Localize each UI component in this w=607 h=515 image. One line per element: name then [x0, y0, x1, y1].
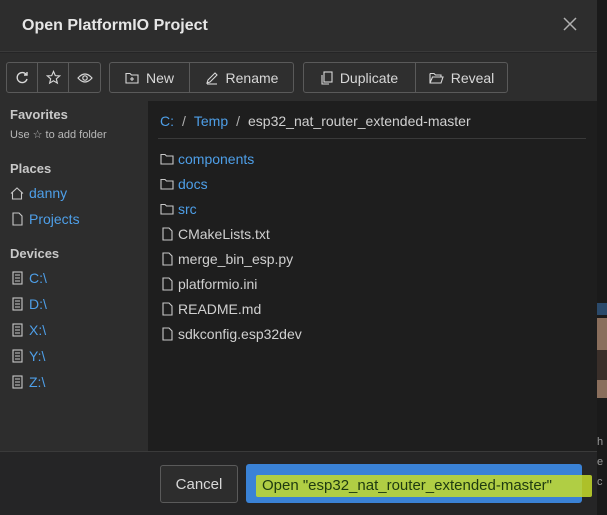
sidebar-item-drive-d[interactable]: D:\	[10, 294, 47, 314]
list-item-file[interactable]: sdkconfig.esp32dev	[160, 324, 302, 344]
list-item-file[interactable]: README.md	[160, 299, 261, 319]
folder-open-icon	[429, 72, 444, 84]
reveal-label: Reveal	[450, 69, 495, 86]
sidebar-item-label: D:\	[29, 296, 47, 312]
favorites-hint: Use ☆ to add folder	[10, 129, 107, 141]
sidebar-item-projects[interactable]: Projects	[10, 209, 80, 229]
dialog-footer: Cancel Open "esp32_nat_router_extended-m…	[0, 451, 597, 515]
file-icon	[160, 226, 174, 242]
folder-icon	[160, 176, 174, 192]
refresh-button[interactable]	[7, 63, 38, 92]
cancel-button[interactable]: Cancel	[160, 465, 238, 503]
background-text: c	[597, 476, 603, 488]
breadcrumb-item-current: esp32_nat_router_extended-master	[248, 113, 471, 129]
new-folder-label: New	[145, 69, 174, 86]
file-icon	[160, 276, 174, 292]
refresh-icon	[16, 71, 28, 83]
rename-button[interactable]: Rename	[190, 63, 293, 92]
sidebar-item-label: Y:\	[29, 348, 46, 364]
background-bar	[597, 303, 607, 315]
folder-icon	[160, 201, 174, 217]
new-folder-button[interactable]: New	[110, 63, 190, 92]
sidebar-item-label: danny	[29, 185, 68, 201]
duplicate-button[interactable]: Duplicate	[304, 63, 416, 92]
sidebar-item-label: Z:\	[29, 374, 46, 390]
background-text: e	[597, 456, 604, 468]
breadcrumb-separator: /	[236, 113, 241, 129]
open-button-label: Open "esp32_nat_router_extended-master"	[262, 477, 553, 494]
background-window: h e c	[597, 0, 607, 515]
view-buttons-group	[6, 62, 101, 93]
eye-icon	[76, 72, 93, 83]
file-actions-group: Duplicate Reveal	[303, 62, 508, 93]
background-text: h	[597, 436, 604, 448]
breadcrumb-item-temp[interactable]: Temp	[194, 113, 228, 129]
list-item-folder[interactable]: src	[160, 199, 197, 219]
rename-label: Rename	[225, 69, 279, 86]
home-icon	[10, 186, 24, 200]
edit-buttons-group: New Rename	[109, 62, 294, 93]
reveal-button[interactable]: Reveal	[416, 63, 507, 92]
list-item-label: CMakeLists.txt	[178, 226, 270, 242]
sidebar-item-drive-c[interactable]: C:\	[10, 268, 47, 288]
breadcrumb: C: / Temp / esp32_nat_router_extended-ma…	[160, 113, 471, 129]
list-item-folder[interactable]: docs	[160, 174, 208, 194]
dialog-title: Open PlatformIO Project	[22, 17, 208, 34]
favorites-title: Favorites	[10, 107, 68, 122]
drive-icon	[10, 349, 24, 363]
list-item-file[interactable]: merge_bin_esp.py	[160, 249, 293, 269]
file-icon	[160, 301, 174, 317]
open-button[interactable]: Open "esp32_nat_router_extended-master"	[246, 464, 592, 503]
new-folder-icon	[125, 72, 139, 84]
breadcrumb-item-drive[interactable]: C:	[160, 113, 174, 129]
file-icon	[160, 251, 174, 267]
sidebar-item-label: Projects	[29, 211, 80, 227]
drive-icon	[10, 375, 24, 389]
file-icon	[160, 326, 174, 342]
sidebar-item-label: X:\	[29, 322, 47, 338]
favorite-button[interactable]	[38, 63, 69, 92]
pencil-icon	[205, 71, 218, 85]
folder-icon	[160, 151, 174, 167]
places-title: Places	[10, 161, 52, 176]
sidebar-item-drive-y[interactable]: Y:\	[10, 346, 45, 366]
sidebar-item-drive-x[interactable]: X:\	[10, 320, 46, 340]
drive-icon	[10, 297, 24, 311]
drive-icon	[10, 271, 24, 285]
breadcrumb-separator: /	[182, 113, 186, 129]
list-item-label: README.md	[178, 301, 262, 317]
devices-title: Devices	[10, 246, 60, 261]
sidebar-item-home[interactable]: danny	[10, 183, 67, 203]
list-item-folder[interactable]: components	[160, 149, 254, 169]
list-item-label: merge_bin_esp.py	[178, 251, 294, 267]
list-item-file[interactable]: CMakeLists.txt	[160, 224, 270, 244]
list-item-file[interactable]: platformio.ini	[160, 274, 257, 294]
file-icon	[10, 212, 24, 226]
list-item-label: src	[178, 201, 197, 217]
file-browser: C: / Temp / esp32_nat_router_extended-ma…	[148, 101, 597, 451]
sidebar-item-drive-z[interactable]: Z:\	[10, 372, 45, 392]
breadcrumb-divider	[158, 138, 586, 139]
sidebar-item-label: C:\	[29, 270, 47, 286]
list-item-label: platformio.ini	[178, 276, 258, 292]
list-item-label: components	[178, 151, 255, 167]
list-item-label: docs	[178, 176, 208, 192]
drive-icon	[10, 323, 24, 337]
background-photo-detail	[597, 350, 607, 380]
toolbar: New Rename Duplicate Reveal	[0, 53, 597, 101]
sidebar: Favorites Use ☆ to add folder Places dan…	[0, 101, 148, 451]
toggle-hidden-button[interactable]	[69, 63, 100, 92]
copy-icon	[321, 70, 333, 85]
close-icon[interactable]	[560, 15, 580, 35]
star-icon	[45, 70, 61, 85]
dialog-titlebar: Open PlatformIO Project	[0, 0, 597, 52]
open-project-dialog: Open PlatformIO Project New Rename Dupli…	[0, 0, 597, 515]
list-item-label: sdkconfig.esp32dev	[178, 326, 302, 342]
duplicate-label: Duplicate	[339, 69, 399, 86]
